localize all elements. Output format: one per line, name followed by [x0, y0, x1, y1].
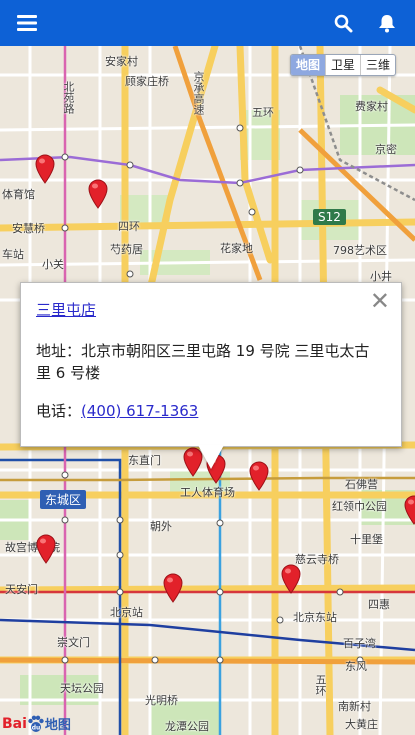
- phone-label: 电话：: [36, 402, 82, 420]
- label-nanxin: 南新村: [338, 700, 371, 713]
- top-bar: [0, 0, 415, 46]
- map-type-switch: 地图 卫星 三维: [290, 54, 397, 76]
- map-type-satellite-button[interactable]: 卫星: [325, 55, 360, 75]
- store-marker-icon[interactable]: [87, 179, 109, 209]
- label-wuhuan-south: 五环: [314, 674, 327, 696]
- label-longtan: 龙潭公园: [165, 720, 209, 733]
- search-icon: [334, 14, 352, 32]
- label-shaoyao: 芍药居: [110, 243, 143, 256]
- label-dongzhimen: 东直门: [128, 454, 161, 467]
- label-sihui: 四惠: [368, 598, 390, 611]
- map-type-3d-button[interactable]: 三维: [360, 55, 395, 75]
- hamburger-menu-icon: [17, 15, 37, 31]
- store-phone-row: 电话：(400) 617-1363: [36, 400, 386, 421]
- store-marker-icon[interactable]: [248, 461, 270, 491]
- store-marker-icon[interactable]: [403, 495, 415, 525]
- label-shilibao: 十里堡: [350, 533, 383, 546]
- store-info-popup: ✕ 三里屯店 地址：北京市朝阳区三里屯路 19 号院 三里屯太古里 6 号楼 电…: [20, 282, 402, 447]
- label-jingmi: 京密: [375, 143, 397, 156]
- label-xiaoguan: 小关: [42, 258, 64, 271]
- label-gulou: 顾家庄桥: [125, 75, 169, 88]
- label-gongti: 工人体育场: [180, 486, 235, 499]
- store-marker-icon[interactable]: [35, 534, 57, 564]
- label-guangming: 光明桥: [145, 694, 178, 707]
- label-hongling: 红领巾公园: [332, 500, 387, 513]
- label-shifo: 石佛营: [345, 478, 378, 491]
- label-feijia: 费家村: [355, 100, 388, 113]
- store-marker-icon[interactable]: [34, 154, 56, 184]
- label-dongcheng: 东城区: [40, 490, 87, 509]
- label-beijingzhan: 北京站: [110, 606, 143, 619]
- store-marker-icon[interactable]: [162, 573, 184, 603]
- search-button[interactable]: [323, 0, 363, 46]
- label-huajia: 花家地: [220, 242, 253, 255]
- label-anhui: 安慧桥: [12, 222, 45, 235]
- label-dongfeng: 东风: [345, 660, 367, 673]
- label-beiyuan-road: 北苑路: [62, 81, 75, 114]
- label-dahuangzhuang: 大黄庄: [345, 718, 378, 731]
- popup-pointer: [198, 445, 224, 469]
- label-tiantan: 天坛公园: [60, 682, 104, 695]
- label-chaowai: 朝外: [150, 520, 172, 533]
- label-chongwen: 崇文门: [57, 636, 90, 649]
- svg-text:du: du: [32, 724, 41, 731]
- map-type-map-button[interactable]: 地图: [291, 55, 326, 75]
- label-tiyu: 体育馆: [2, 188, 35, 201]
- logo-bai: Bai: [2, 715, 27, 732]
- menu-button[interactable]: [7, 0, 47, 46]
- label-baiziwan: 百子湾: [343, 637, 376, 650]
- notification-button[interactable]: [367, 0, 407, 46]
- label-beijingdong: 北京东站: [293, 611, 337, 624]
- label-sihuan: 四环: [118, 220, 140, 233]
- label-798: 798艺术区: [333, 244, 387, 257]
- phone-link[interactable]: (400) 617-1363: [81, 402, 198, 420]
- store-address: 地址：北京市朝阳区三里屯路 19 号院 三里屯太古里 6 号楼: [36, 342, 370, 382]
- label-wuhuan: 五环: [252, 106, 274, 119]
- close-icon[interactable]: ✕: [370, 289, 390, 313]
- logo-map: 地图: [44, 718, 71, 733]
- bell-icon: [379, 14, 395, 32]
- store-name-link[interactable]: 三里屯店: [36, 299, 96, 320]
- store-marker-icon[interactable]: [280, 564, 302, 594]
- baidu-map-logo: Bai du 地图: [2, 714, 71, 733]
- label-tiananmen: 天安门: [5, 583, 38, 596]
- label-chezhan: 车站: [2, 248, 24, 261]
- paw-icon: du: [28, 715, 44, 732]
- label-jingcheng: 京承高速: [192, 71, 205, 115]
- label-anding: 安家村: [105, 55, 138, 68]
- label-s12: S12: [313, 209, 346, 225]
